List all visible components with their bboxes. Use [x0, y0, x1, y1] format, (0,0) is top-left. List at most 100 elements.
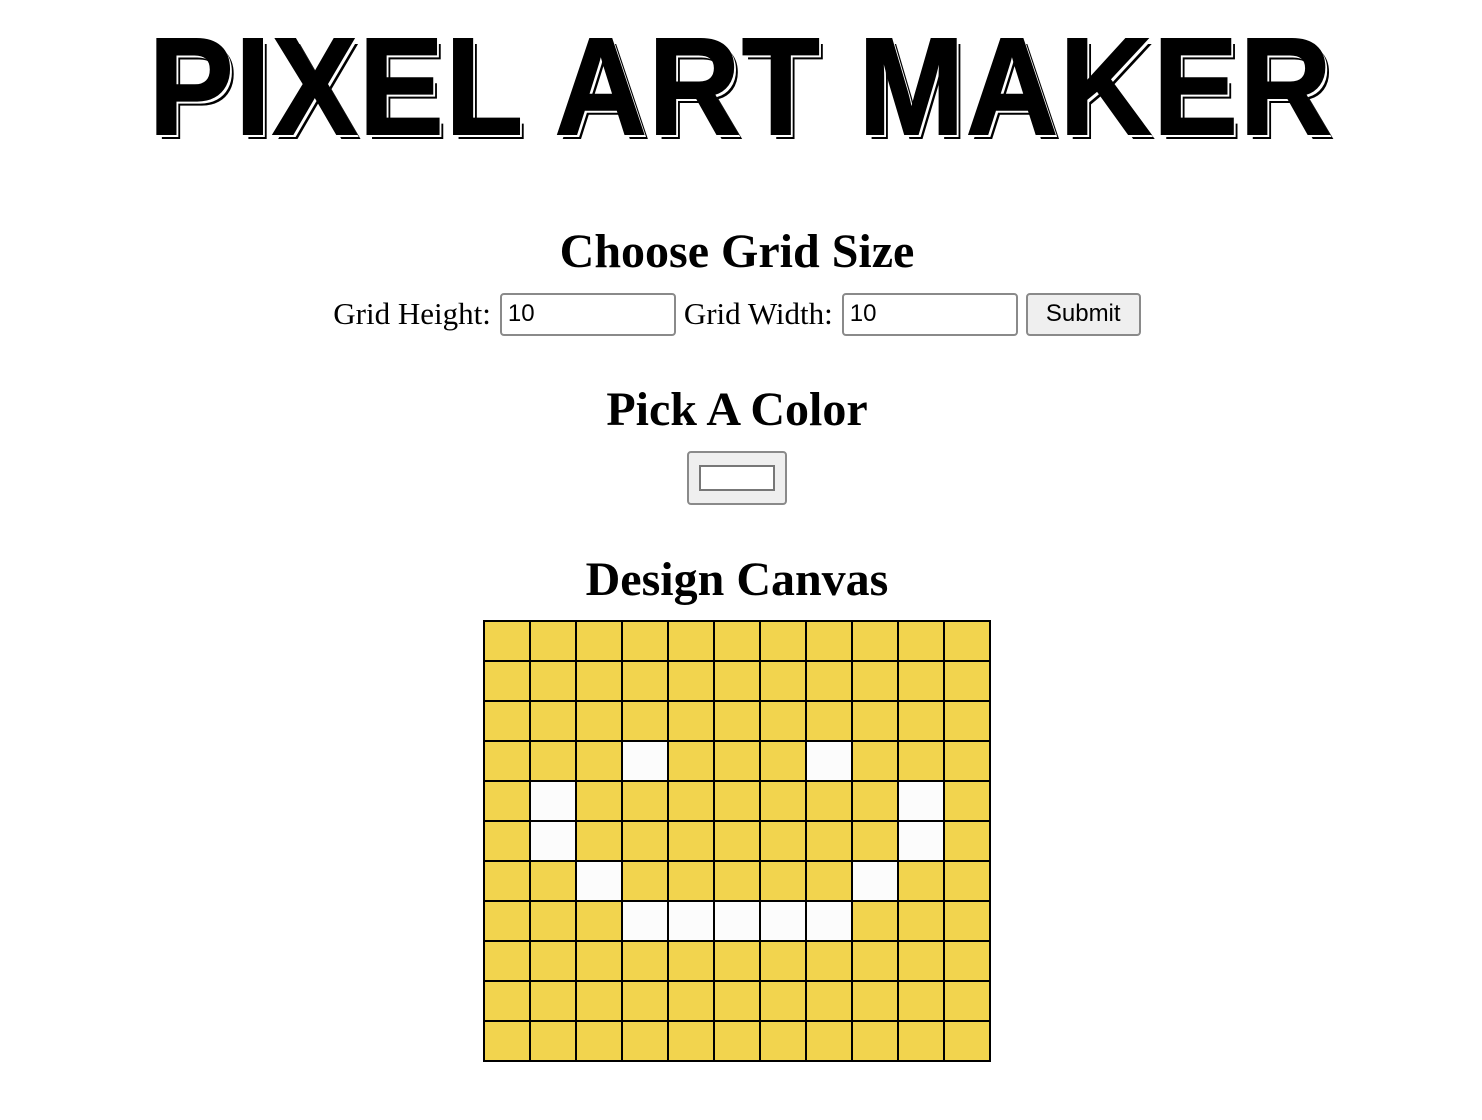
canvas-cell[interactable]: [621, 1020, 669, 1062]
canvas-cell[interactable]: [575, 660, 623, 702]
canvas-cell[interactable]: [575, 1020, 623, 1062]
canvas-cell[interactable]: [667, 620, 715, 662]
canvas-cell[interactable]: [713, 660, 761, 702]
canvas-cell[interactable]: [483, 940, 531, 982]
canvas-cell[interactable]: [897, 980, 945, 1022]
canvas-cell[interactable]: [667, 980, 715, 1022]
canvas-cell[interactable]: [805, 740, 853, 782]
canvas-cell[interactable]: [713, 940, 761, 982]
canvas-cell[interactable]: [621, 900, 669, 942]
canvas-cell[interactable]: [759, 860, 807, 902]
canvas-cell[interactable]: [575, 860, 623, 902]
canvas-cell[interactable]: [713, 860, 761, 902]
canvas-cell[interactable]: [943, 820, 991, 862]
canvas-cell[interactable]: [851, 780, 899, 822]
canvas-cell[interactable]: [575, 700, 623, 742]
canvas-cell[interactable]: [529, 780, 577, 822]
canvas-cell[interactable]: [529, 1020, 577, 1062]
canvas-cell[interactable]: [621, 820, 669, 862]
canvas-cell[interactable]: [897, 620, 945, 662]
canvas-cell[interactable]: [897, 900, 945, 942]
canvas-cell[interactable]: [667, 820, 715, 862]
canvas-cell[interactable]: [575, 620, 623, 662]
canvas-cell[interactable]: [897, 700, 945, 742]
canvas-cell[interactable]: [621, 860, 669, 902]
canvas-cell[interactable]: [897, 820, 945, 862]
canvas-cell[interactable]: [483, 820, 531, 862]
canvas-cell[interactable]: [713, 980, 761, 1022]
canvas-cell[interactable]: [943, 620, 991, 662]
canvas-cell[interactable]: [805, 860, 853, 902]
canvas-cell[interactable]: [667, 860, 715, 902]
canvas-cell[interactable]: [529, 700, 577, 742]
canvas-cell[interactable]: [529, 660, 577, 702]
canvas-cell[interactable]: [621, 740, 669, 782]
canvas-cell[interactable]: [759, 940, 807, 982]
color-swatch[interactable]: [699, 465, 775, 491]
canvas-cell[interactable]: [575, 980, 623, 1022]
canvas-cell[interactable]: [575, 820, 623, 862]
canvas-cell[interactable]: [759, 820, 807, 862]
canvas-cell[interactable]: [851, 980, 899, 1022]
canvas-cell[interactable]: [805, 660, 853, 702]
canvas-cell[interactable]: [897, 780, 945, 822]
canvas-cell[interactable]: [805, 780, 853, 822]
canvas-cell[interactable]: [759, 900, 807, 942]
canvas-cell[interactable]: [621, 700, 669, 742]
canvas-cell[interactable]: [805, 1020, 853, 1062]
canvas-cell[interactable]: [529, 980, 577, 1022]
canvas-cell[interactable]: [483, 780, 531, 822]
color-picker[interactable]: [687, 451, 787, 505]
canvas-cell[interactable]: [713, 620, 761, 662]
canvas-cell[interactable]: [943, 940, 991, 982]
canvas-cell[interactable]: [943, 660, 991, 702]
canvas-cell[interactable]: [483, 740, 531, 782]
canvas-cell[interactable]: [851, 820, 899, 862]
canvas-cell[interactable]: [851, 660, 899, 702]
canvas-cell[interactable]: [851, 700, 899, 742]
canvas-cell[interactable]: [897, 660, 945, 702]
canvas-cell[interactable]: [575, 940, 623, 982]
canvas-cell[interactable]: [851, 900, 899, 942]
canvas-cell[interactable]: [759, 1020, 807, 1062]
canvas-cell[interactable]: [621, 940, 669, 982]
canvas-cell[interactable]: [851, 740, 899, 782]
canvas-cell[interactable]: [529, 620, 577, 662]
canvas-cell[interactable]: [897, 740, 945, 782]
canvas-cell[interactable]: [851, 620, 899, 662]
canvas-cell[interactable]: [483, 980, 531, 1022]
canvas-cell[interactable]: [943, 980, 991, 1022]
canvas-cell[interactable]: [851, 1020, 899, 1062]
canvas-cell[interactable]: [805, 620, 853, 662]
canvas-cell[interactable]: [943, 1020, 991, 1062]
canvas-cell[interactable]: [667, 1020, 715, 1062]
canvas-cell[interactable]: [483, 860, 531, 902]
canvas-cell[interactable]: [483, 660, 531, 702]
canvas-cell[interactable]: [667, 740, 715, 782]
canvas-cell[interactable]: [621, 620, 669, 662]
canvas-cell[interactable]: [529, 900, 577, 942]
grid-height-input[interactable]: [499, 292, 676, 336]
canvas-cell[interactable]: [529, 740, 577, 782]
canvas-cell[interactable]: [943, 900, 991, 942]
canvas-cell[interactable]: [759, 740, 807, 782]
canvas-cell[interactable]: [575, 900, 623, 942]
canvas-cell[interactable]: [897, 1020, 945, 1062]
canvas-cell[interactable]: [713, 820, 761, 862]
canvas-cell[interactable]: [529, 820, 577, 862]
canvas-cell[interactable]: [621, 660, 669, 702]
canvas-cell[interactable]: [483, 700, 531, 742]
canvas-cell[interactable]: [713, 900, 761, 942]
canvas-cell[interactable]: [759, 700, 807, 742]
canvas-cell[interactable]: [943, 860, 991, 902]
canvas-cell[interactable]: [759, 980, 807, 1022]
canvas-cell[interactable]: [483, 620, 531, 662]
canvas-cell[interactable]: [667, 700, 715, 742]
canvas-cell[interactable]: [667, 940, 715, 982]
canvas-cell[interactable]: [667, 780, 715, 822]
canvas-cell[interactable]: [529, 860, 577, 902]
canvas-cell[interactable]: [575, 780, 623, 822]
canvas-cell[interactable]: [943, 700, 991, 742]
canvas-cell[interactable]: [667, 660, 715, 702]
canvas-cell[interactable]: [851, 940, 899, 982]
